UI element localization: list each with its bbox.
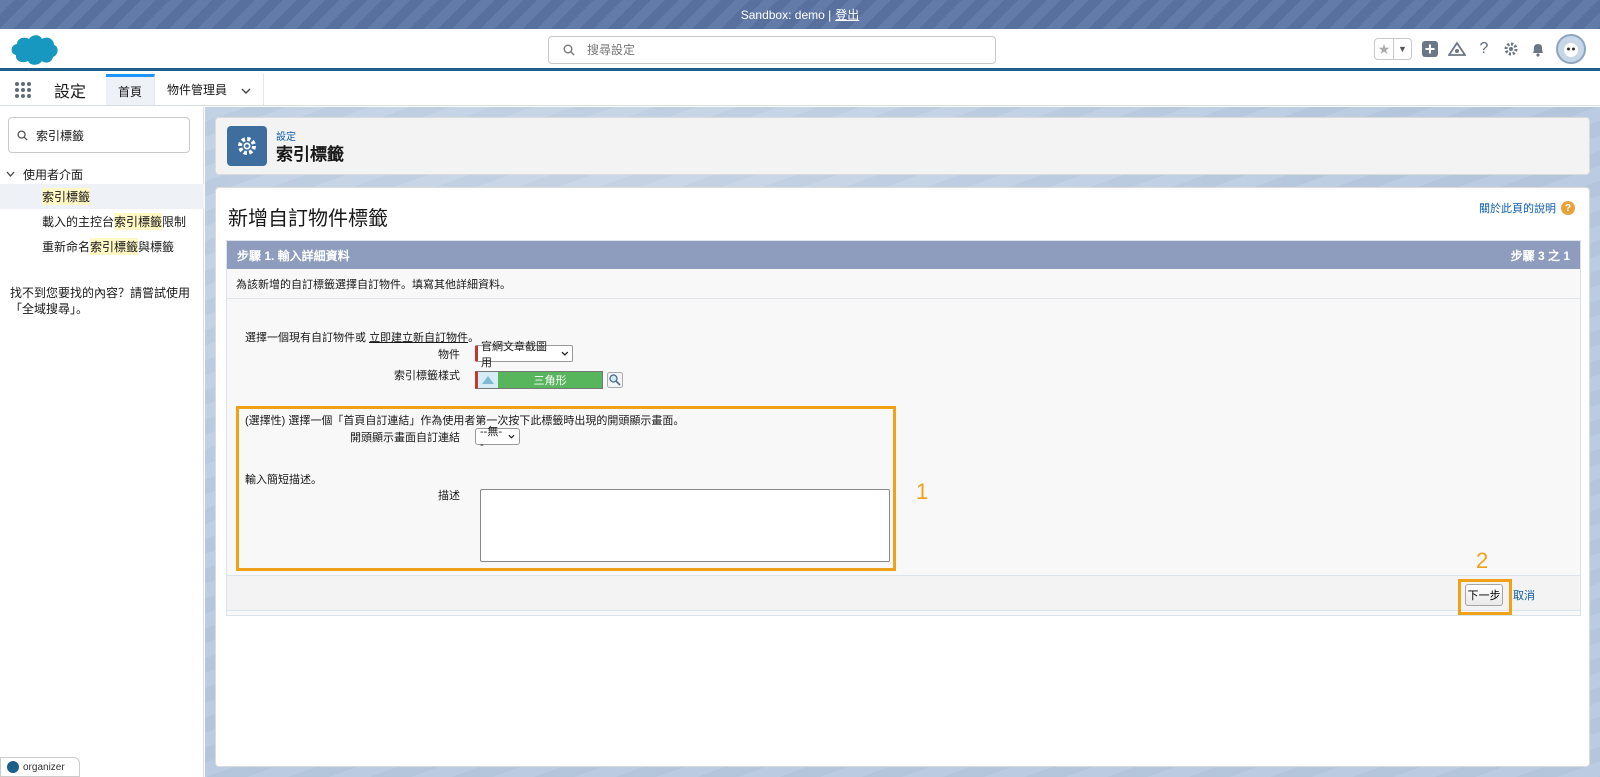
app-name: 設定 [54,83,87,101]
tree-section-user-interface: 使用者介面 索引標籤 載入的主控台 索引標籤 限制 重新命名 索引標籤 與標籤 [0,164,204,259]
salesforce-logo-icon[interactable] [9,33,59,67]
sidebar-item-text: 限制 [162,215,187,229]
sidebar-item-console-tab-limits[interactable]: 載入的主控台 索引標籤 限制 [0,209,204,234]
global-search-input[interactable] [587,43,967,57]
sandbox-bar: Sandbox: demo | 登出 [0,0,1600,29]
star-icon[interactable]: ★ [1375,39,1393,59]
search-icon [17,129,28,141]
choose-object-post: 。 [468,332,480,344]
callout-box-2 [1458,579,1512,615]
app-launcher-icon[interactable] [0,74,46,105]
tab-object-manager[interactable]: 物件管理員 [155,74,265,105]
choose-object-pre: 選擇一個現有自訂物件或 [245,332,370,344]
organizer-label: organizer [23,761,65,773]
step-title: 步驟 1. 輸入詳細資料 [237,248,350,263]
callout-number-2: 2 [1476,548,1489,573]
lookup-icon[interactable] [607,372,623,388]
choose-object-text: 選擇一個現有自訂物件或 立即建立新自訂物件。 [245,329,479,345]
tab-home[interactable]: 首頁 [106,74,156,105]
form-title: 新增自訂物件標籤 [228,208,388,230]
global-search[interactable] [548,36,996,64]
organizer-badge[interactable]: organizer [0,757,80,777]
sidebar-item-highlight: 索引標籤 [42,188,91,205]
avatar[interactable] [1556,34,1586,64]
callout-box-1 [236,406,896,571]
sidebar-item-rename-tabs[interactable]: 重新命名 索引標籤 與標籤 [0,234,204,259]
sidebar-item-text: 重新命名 [42,240,91,254]
tab-style-icon [478,372,498,388]
tab-style-picker[interactable]: 三角形 [475,371,603,389]
favorites-group: ★ ▼ [1374,38,1412,60]
step-header: 步驟 1. 輸入詳細資料 步驟 3 之 1 [227,241,1580,269]
page-title: 索引標籤 [276,145,344,164]
sidebar-item-highlight: 索引標籤 [114,213,163,230]
sidebar-item-text: 載入的主控台 [42,215,115,229]
app-nav: 設定 首頁 物件管理員 [0,74,1600,106]
object-select-value: 官網文章截圖用 [481,340,547,369]
object-select[interactable]: 官網文章截圖用 [475,341,573,369]
form-footer [226,575,1581,611]
chevron-down-icon[interactable] [6,169,15,180]
content-card: 新增自訂物件標籤 關於此頁的說明 ? 步驟 1. 輸入詳細資料 步驟 3 之 1… [215,187,1590,767]
sidebar-item-tabs[interactable]: 索引標籤 [0,184,204,209]
quick-find-input[interactable] [36,128,176,142]
sidebar-note: 找不到您要找的內容？請嘗試使用「全域搜尋」。 [10,286,191,316]
callout-number-1: 1 [916,479,929,504]
global-add-icon[interactable] [1421,40,1439,58]
trailhead-icon[interactable] [1448,40,1466,58]
tab-home-label: 首頁 [118,84,143,99]
step-count: 步驟 3 之 1 [1510,248,1570,263]
global-header: ★ ▼ ? [0,29,1600,71]
gear-icon [227,126,267,166]
header-icons: ★ ▼ ? [1374,34,1586,64]
favorites-dropdown-icon[interactable]: ▼ [1393,39,1411,59]
sidebar-item-text: 與標籤 [138,240,175,254]
tab-object-manager-label: 物件管理員 [167,83,228,97]
help-for-this-page-link[interactable]: 關於此頁的說明 ? [1479,200,1575,216]
tree-section-label: 使用者介面 [23,167,84,182]
create-custom-object-link[interactable]: 立即建立新自訂物件 [369,332,468,344]
chevron-down-icon[interactable] [241,83,251,97]
question-icon: ? [1561,201,1575,215]
sidebar-item-highlight: 索引標籤 [90,238,139,255]
object-label: 物件 [438,349,460,361]
quick-find[interactable] [8,117,190,153]
setup-page-header: 設定 索引標籤 [215,117,1590,175]
sandbox-label: Sandbox: demo | [740,7,832,22]
tab-style-value: 三角形 [498,372,602,388]
step-description: 為該新增的自訂標籤選擇自訂物件。填寫其他詳細資料。 [227,269,1580,299]
search-icon [563,44,575,56]
organizer-icon [7,761,19,773]
logout-link[interactable]: 登出 [835,6,859,23]
tab-style-label: 索引標籤樣式 [394,370,460,382]
cancel-link[interactable]: 取消 [1513,587,1535,603]
bell-icon[interactable] [1529,40,1547,58]
tree-section-header[interactable]: 使用者介面 [0,164,204,184]
chevron-down-icon [561,351,569,356]
help-link-label: 關於此頁的說明 [1479,203,1556,215]
help-icon[interactable]: ? [1475,40,1493,58]
setup-sidebar: 使用者介面 索引標籤 載入的主控台索引標籤限制 重新命名索引標籤與標籤 找不到您… [0,107,204,777]
gear-icon[interactable] [1502,40,1520,58]
